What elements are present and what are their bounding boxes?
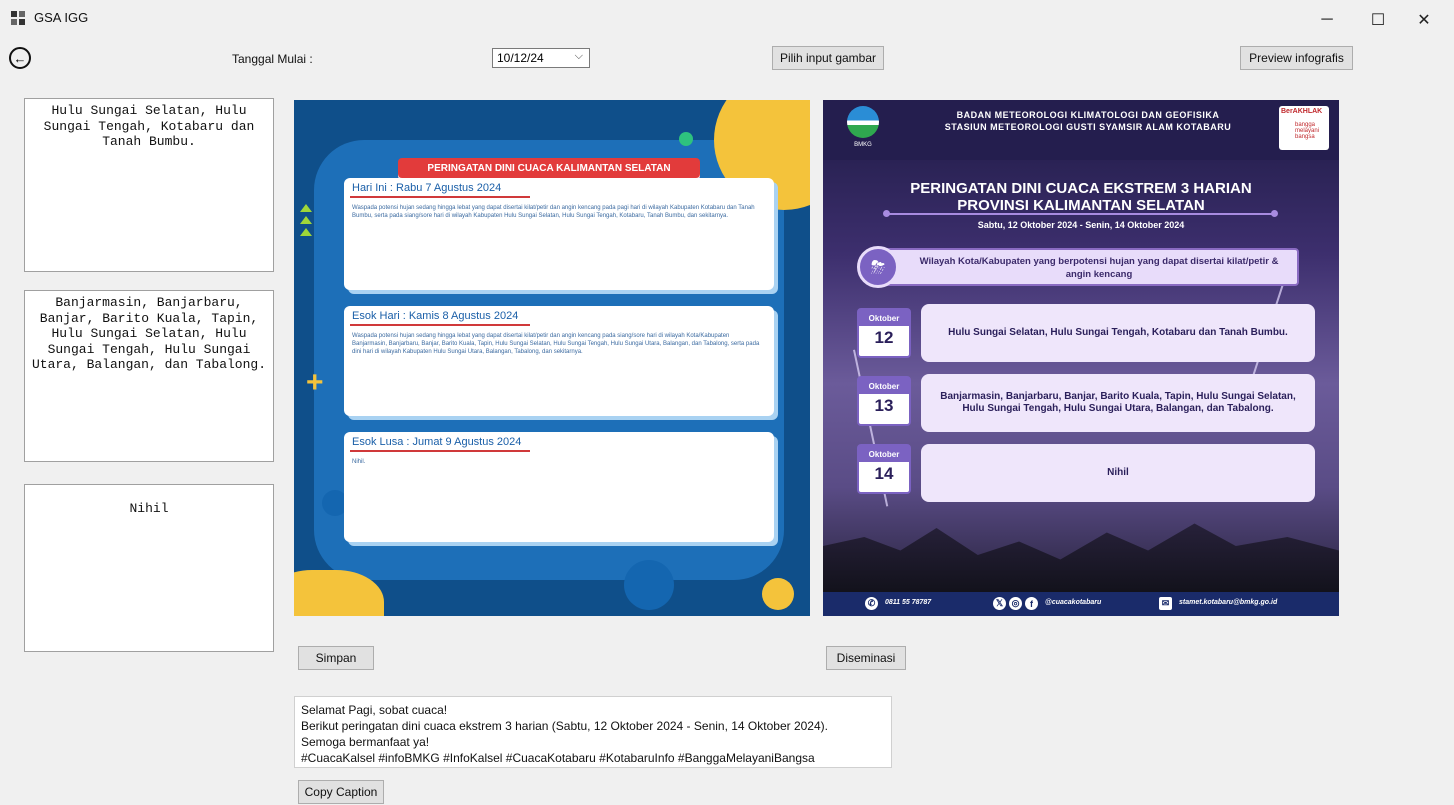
triangle-icon xyxy=(300,204,312,212)
caption-line: Berikut peringatan dini cuaca ekstrem 3 … xyxy=(301,719,828,733)
maximize-button[interactable]: ☐ xyxy=(1356,6,1400,34)
pick-image-button[interactable]: Pilih input gambar xyxy=(772,46,884,70)
title-divider xyxy=(887,213,1275,215)
region-textbox-day3[interactable]: Nihil xyxy=(24,484,274,652)
x-social-icon: 𝕏 xyxy=(993,597,1006,610)
bmkg-logo-text: BMKG xyxy=(854,142,872,148)
header-station: STASIUN METEOROLOGI GUSTI SYAMSIR ALAM K… xyxy=(944,122,1232,132)
region-textbox-day2[interactable]: Banjarmasin, Banjarbaru, Banjar, Barito … xyxy=(24,290,274,462)
instagram-icon: ◎ xyxy=(1009,597,1022,610)
plus-icon: + xyxy=(306,366,324,399)
window-titlebar: GSA IGG ─ ☐ ✕ xyxy=(0,0,1454,38)
badge-title: BerAKHLAK xyxy=(1281,108,1323,115)
calendar-month: Oktober xyxy=(859,310,909,326)
card-underline xyxy=(350,196,530,198)
card-body: Waspada potensi hujan sedang hingga leba… xyxy=(352,205,755,219)
triangle-icon xyxy=(300,216,312,224)
back-arrow-icon[interactable]: ← xyxy=(9,47,31,69)
close-button[interactable]: ✕ xyxy=(1402,6,1446,34)
calendar-day2: Oktober 13 xyxy=(857,376,911,426)
footer-email: stamet.kotabaru@bmkg.go.id xyxy=(1179,599,1278,606)
chevron-down-icon: ⌵ xyxy=(574,50,583,62)
minimize-button[interactable]: ─ xyxy=(1305,6,1349,34)
date-range: Sabtu, 12 Oktober 2024 - Senin, 14 Oktob… xyxy=(977,220,1185,230)
divider-dot xyxy=(883,210,890,217)
email-icon: ✉ xyxy=(1159,597,1172,610)
footer-social: @cuacakotabaru xyxy=(1045,599,1102,606)
triangle-icon xyxy=(300,228,312,236)
decor-circle xyxy=(624,560,674,610)
start-date-label: Tanggal Mulai : xyxy=(232,52,313,66)
template-card-day2: Esok Hari : Kamis 8 Agustus 2024 Waspada… xyxy=(344,306,774,416)
title-line1: PERINGATAN DINI CUACA EKSTREM 3 HARIAN xyxy=(910,180,1252,197)
card-title: Hari Ini : Rabu 7 Agustus 2024 xyxy=(352,182,502,194)
calendar-day1: Oktober 12 xyxy=(857,308,911,358)
template-banner: PERINGATAN DINI CUACA KALIMANTAN SELATAN xyxy=(398,158,700,178)
mountains-decor xyxy=(823,523,1339,600)
calendar-day-number: 14 xyxy=(874,464,894,483)
region-caption: Wilayah Kota/Kabupaten yang berpotensi h… xyxy=(883,248,1299,286)
card-underline xyxy=(350,450,530,452)
calendar-day-number: 12 xyxy=(874,328,894,347)
card-body: Nihil. xyxy=(352,459,366,465)
infographic-title: PERINGATAN DINI CUACA EKSTREM 3 HARIAN P… xyxy=(823,180,1339,214)
berakhlak-badge: BerAKHLAK bangga melayani bangsa xyxy=(1279,106,1329,150)
template-preview-image: + PERINGATAN DINI CUACA KALIMANTAN SELAT… xyxy=(294,100,810,616)
start-date-value: 10/12/24 xyxy=(497,51,544,65)
calendar-month: Oktober xyxy=(859,378,909,394)
caption-line: Semoga bermanfaat ya! xyxy=(301,735,430,749)
decor-circle xyxy=(679,132,693,146)
save-button[interactable]: Simpan xyxy=(298,646,374,670)
region-textbox-day1[interactable]: Hulu Sungai Selatan, Hulu Sungai Tengah,… xyxy=(24,98,274,272)
day3-regions: Nihil xyxy=(921,444,1315,502)
calendar-day-number: 13 xyxy=(874,396,894,415)
infographic-preview-image: BMKG BADAN METEOROLOGI KLIMATOLOGI DAN G… xyxy=(823,100,1339,616)
calendar-day3: Oktober 14 xyxy=(857,444,911,494)
template-card-day1: Hari Ini : Rabu 7 Agustus 2024 Waspada p… xyxy=(344,178,774,290)
copy-caption-button[interactable]: Copy Caption xyxy=(298,780,384,804)
day2-regions: Banjarmasin, Banjarbaru, Banjar, Barito … xyxy=(921,374,1315,432)
card-title: Esok Lusa : Jumat 9 Agustus 2024 xyxy=(352,436,522,448)
badge-subtitle: bangga melayani bangsa xyxy=(1295,122,1320,140)
title-line2: PROVINSI KALIMANTAN SELATAN xyxy=(957,197,1205,214)
decor-circle xyxy=(762,578,794,610)
divider-dot xyxy=(1271,210,1278,217)
calendar-month: Oktober xyxy=(859,446,909,462)
card-body: Waspada potensi hujan sedang hingga leba… xyxy=(352,333,760,355)
caption-line: #CuacaKalsel #infoBMKG #InfoKalsel #Cuac… xyxy=(301,751,815,765)
app-icon xyxy=(10,10,26,26)
header-agency: BADAN METEOROLOGI KLIMATOLOGI DAN GEOFIS… xyxy=(956,110,1220,120)
infographic-header: BMKG BADAN METEOROLOGI KLIMATOLOGI DAN G… xyxy=(823,100,1339,160)
bmkg-logo-icon xyxy=(847,106,879,138)
storm-cloud-icon: ⛈ xyxy=(857,246,899,288)
template-card-day3: Esok Lusa : Jumat 9 Agustus 2024 Nihil. xyxy=(344,432,774,542)
footer-phone: 0811 55 78787 xyxy=(885,599,932,606)
card-title: Esok Hari : Kamis 8 Agustus 2024 xyxy=(352,310,519,322)
phone-icon: ✆ xyxy=(865,597,878,610)
disseminate-button[interactable]: Diseminasi xyxy=(826,646,906,670)
day1-regions: Hulu Sungai Selatan, Hulu Sungai Tengah,… xyxy=(921,304,1315,362)
infographic-footer: ✆ 0811 55 78787 𝕏 ◎ f @cuacakotabaru ✉ s… xyxy=(823,592,1339,616)
preview-infographic-button[interactable]: Preview infografis xyxy=(1240,46,1353,70)
caption-line: Selamat Pagi, sobat cuaca! xyxy=(301,703,448,717)
facebook-icon: f xyxy=(1025,597,1038,610)
start-date-picker[interactable]: 10/12/24 ⌵ xyxy=(492,48,590,68)
card-underline xyxy=(350,324,530,326)
window-title: GSA IGG xyxy=(34,10,89,25)
caption-textbox[interactable]: Selamat Pagi, sobat cuaca! Berikut perin… xyxy=(294,696,892,768)
